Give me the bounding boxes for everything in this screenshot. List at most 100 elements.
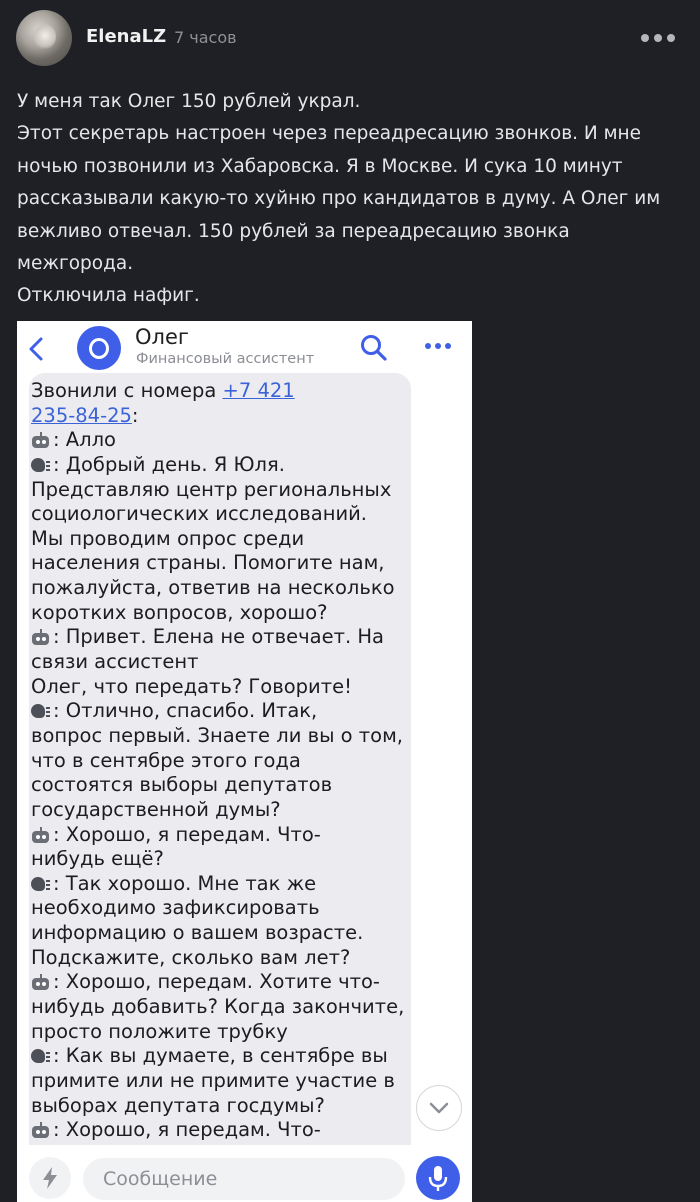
robot-icon (31, 826, 51, 843)
message-line: : Так хорошо. Мне так же (31, 872, 401, 897)
message-line: : Как вы думаете, в сентябре вы (31, 1044, 401, 1069)
message-line: 235-84-25: (31, 404, 401, 429)
phone-link[interactable]: +7 421 (223, 379, 295, 402)
message-text-span: нибудь ещё? (31, 847, 164, 871)
message-line: связи ассистент (31, 650, 401, 675)
robot-icon (31, 629, 51, 646)
microphone-icon[interactable] (416, 1156, 460, 1200)
message-line: состоятся выборы депутатов (31, 773, 401, 798)
message-text-span: коротких вопросов, хорошо? (31, 600, 328, 624)
message-line: : Привет. Елена не отвечает. На (31, 625, 401, 650)
robot-icon (31, 974, 51, 991)
message-line: : Отлично, спасибо. Итак, (31, 699, 401, 724)
message-line: государственной думы? (31, 798, 401, 823)
message-line: : Хорошо, я передам. Что- (31, 823, 401, 848)
message-input[interactable]: Сообщение (83, 1158, 405, 1200)
more-icon[interactable] (641, 33, 677, 43)
message-line: примите или не примите участие в (31, 1069, 401, 1094)
message-line: : Хорошо, я передам. Что- (31, 1118, 401, 1143)
back-icon[interactable] (25, 335, 49, 363)
contact-name: Олег (135, 325, 189, 349)
message-line: необходимо зафиксировать (31, 896, 401, 921)
speaker-icon (31, 1047, 51, 1065)
message-line: просто положите трубку (31, 1020, 401, 1045)
phone-link[interactable]: 235-84-25 (31, 404, 132, 427)
message-text-span: Подскажите, сколько вам лет? (31, 945, 351, 969)
message-line: Подскажите, сколько вам лет? (31, 946, 401, 971)
post-line: У меня так Олег 150 рублей украл. (17, 91, 361, 112)
dots-icon[interactable] (425, 343, 453, 351)
message-text-span: что в сентябре этого года (31, 748, 301, 772)
username[interactable]: ElenaLZ (86, 26, 166, 47)
search-icon[interactable] (359, 333, 389, 363)
post-time: 7 часов (174, 28, 237, 47)
message-text-span: необходимо зафиксировать (31, 896, 320, 920)
message-text-span: связи ассистент (31, 650, 199, 674)
message-text-span: информацию о вашем возрасте. (31, 921, 364, 945)
message-text-span: пожалуйста, ответив на несколько (31, 576, 395, 600)
message-text-span: : Привет. Елена не отвечает. На (53, 625, 384, 649)
message-text-span: социологических исследований. (31, 502, 367, 526)
message-text-span: вопрос первый. Знаете ли вы о том, (31, 723, 403, 747)
post-line: рассказывали какую-то хуйню про кандидат… (17, 188, 661, 210)
post-line: ночью позвонили из Хабаровска. Я в Москв… (17, 155, 623, 177)
message-line: Олег, что передать? Говорите! (31, 675, 401, 700)
message-text-span: примите или не примите участие в (31, 1068, 395, 1092)
message-text-span: Мы проводим опрос среди (31, 526, 305, 550)
message-text-span: : (131, 403, 139, 427)
chevron-down-icon[interactable] (416, 1085, 462, 1131)
message-text-span: нибудь добавить? Когда закончите, (31, 995, 405, 1019)
message-text-span: Звонили с номера (31, 379, 223, 402)
message-text-span: : Отлично, спасибо. Итак, (53, 699, 318, 723)
contact-subtitle: Финансовый ассистент (136, 351, 315, 367)
message-line: выборах депутата госдумы? (31, 1094, 401, 1119)
speaker-icon (31, 702, 51, 720)
message-text-span: просто положите трубку (31, 1019, 288, 1043)
message-text-span: Представляю центр региональных (31, 477, 392, 501)
message-line: что в сентябре этого года (31, 749, 401, 774)
message-text-span: государственной думы? (31, 797, 281, 821)
message-line: : Алло (31, 428, 401, 453)
message-line: пожалуйста, ответив на несколько (31, 576, 401, 601)
message-line: : Добрый день. Я Юля. (31, 453, 401, 478)
robot-icon (31, 1122, 51, 1139)
speaker-icon (31, 875, 51, 893)
lightning-icon[interactable] (29, 1157, 71, 1199)
message-text-span: : Алло (53, 428, 116, 452)
message-text-span: : Хорошо, я передам. Что- (53, 822, 321, 846)
message-line: населения страны. Помогите нам, (31, 551, 401, 576)
message-text-span: : Добрый день. Я Юля. (53, 452, 285, 476)
message-line: : Хорошо, передам. Хотите что- (31, 970, 401, 995)
message-text-span: населения страны. Помогите нам, (31, 551, 385, 575)
message-text-span: состоятся выборы депутатов (31, 773, 333, 797)
message-line: Мы проводим опрос среди (31, 527, 401, 552)
message-line: Представляю центр региональных (31, 478, 401, 503)
chat-header: Олег Финансовый ассистент (17, 321, 472, 377)
message-line: коротких вопросов, хорошо? (31, 601, 401, 626)
message-text-span: выборах депутата госдумы? (31, 1093, 325, 1117)
post-line: вежливо отвечал. 150 рублей за переадрес… (17, 220, 570, 242)
message-text-span: : Так хорошо. Мне так же (53, 871, 317, 895)
contact-avatar[interactable] (77, 326, 121, 370)
post-header: ElenaLZ 7 часов (0, 0, 700, 76)
message-input-placeholder: Сообщение (103, 1168, 218, 1190)
robot-icon (31, 432, 51, 449)
speaker-icon (31, 456, 51, 474)
message-line: социологических исследований. (31, 502, 401, 527)
post-line: Отключила нафиг. (17, 285, 200, 307)
avatar[interactable] (16, 10, 72, 66)
message-text-span: : Как вы думаете, в сентябре вы (53, 1044, 388, 1068)
post-line: межгорода. (17, 252, 134, 274)
post-line: Этот секретарь настроен через переадреса… (17, 123, 642, 145)
embedded-screenshot[interactable]: Олег Финансовый ассистент Звонили с номе… (17, 321, 472, 1202)
message-line: нибудь добавить? Когда закончите, (31, 995, 405, 1020)
post-text: У меня так Олег 150 рублей украл. Этот с… (17, 86, 687, 313)
message-text-span: : Хорошо, я передам. Что- (53, 1118, 321, 1142)
message-line: нибудь ещё? (31, 847, 401, 872)
message-text: Звонили с номера +7 421 235-84-25:: Алло:… (31, 379, 405, 1143)
message-text-span: : Хорошо, передам. Хотите что- (53, 970, 380, 994)
message-text-span: Олег, что передать? Говорите! (31, 674, 352, 698)
message-line: Звонили с номера +7 421 (31, 379, 401, 404)
message-line: информацию о вашем возрасте. (31, 921, 401, 946)
message-line: вопрос первый. Знаете ли вы о том, (31, 723, 403, 749)
